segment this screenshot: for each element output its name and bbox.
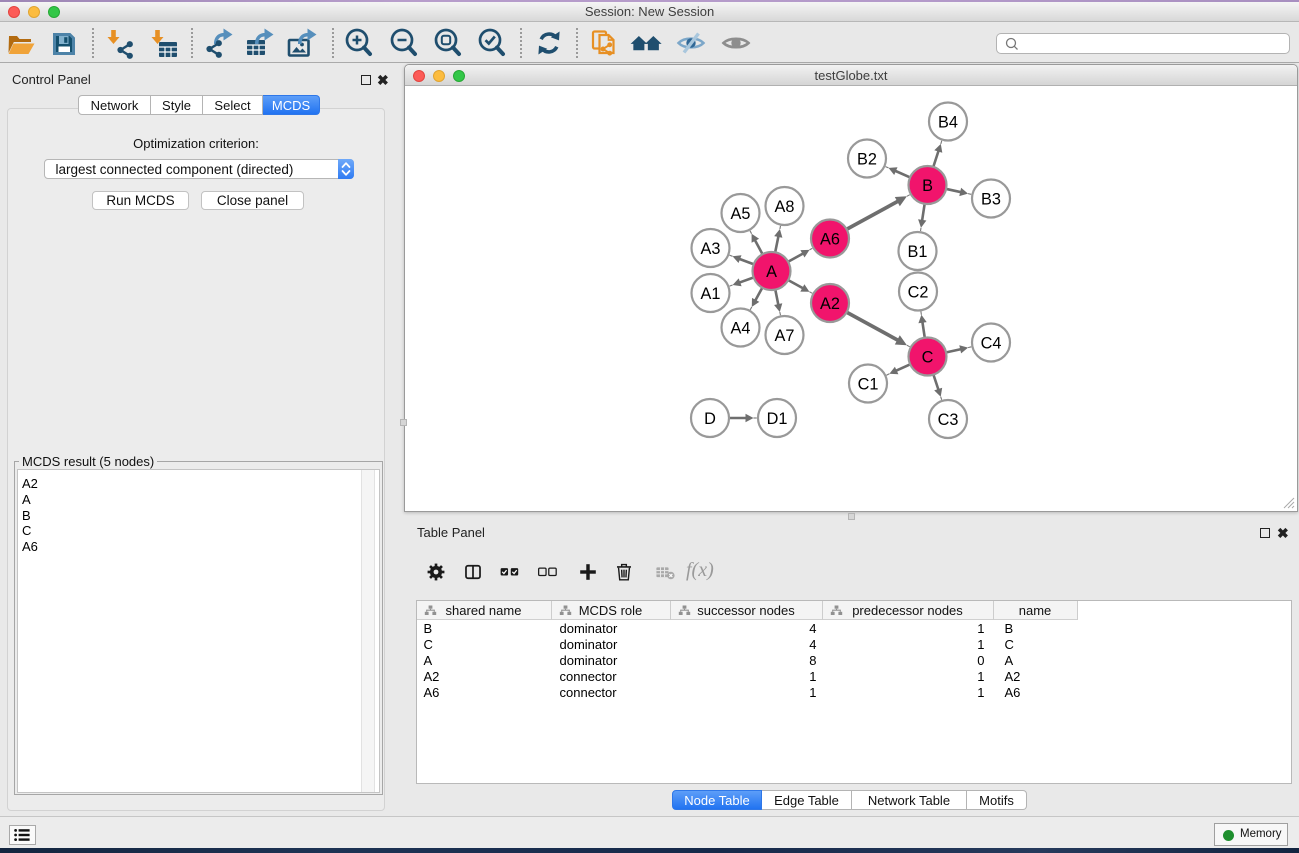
svg-text:A3: A3 [701, 240, 721, 258]
svg-text:A7: A7 [775, 327, 795, 345]
svg-text:D: D [704, 410, 716, 428]
svg-text:B1: B1 [908, 243, 928, 261]
svg-text:B2: B2 [857, 150, 877, 168]
svg-text:C: C [922, 348, 934, 366]
svg-text:C2: C2 [908, 283, 929, 301]
svg-text:A1: A1 [701, 285, 721, 303]
svg-text:A5: A5 [731, 205, 751, 223]
svg-text:A4: A4 [731, 319, 751, 337]
svg-text:A2: A2 [820, 295, 840, 313]
svg-text:A6: A6 [820, 230, 840, 248]
svg-text:A: A [766, 263, 777, 281]
svg-text:B: B [922, 177, 933, 195]
svg-text:C4: C4 [981, 334, 1002, 352]
svg-text:A8: A8 [775, 198, 795, 216]
svg-text:B4: B4 [938, 113, 958, 131]
svg-text:C1: C1 [858, 375, 879, 393]
svg-text:B3: B3 [981, 190, 1001, 208]
svg-text:D1: D1 [767, 410, 788, 428]
svg-text:C3: C3 [938, 411, 959, 429]
